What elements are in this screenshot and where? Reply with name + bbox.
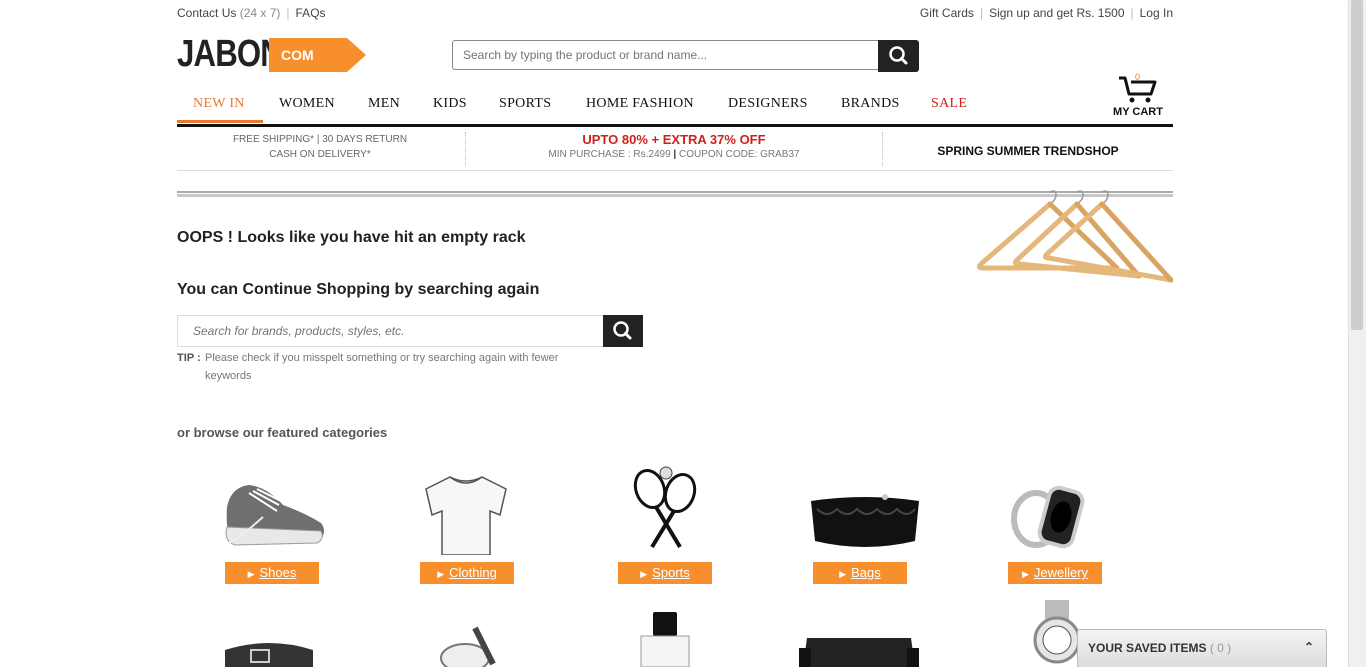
retry-search-input[interactable] — [177, 315, 603, 347]
promo-strip: FREE SHIPPING* | 30 DAYS RETURN CASH ON … — [177, 128, 1173, 171]
cosmetics-icon — [440, 626, 496, 667]
offer-title: UPTO 80% + EXTRA 37% OFF — [582, 132, 766, 147]
saved-items-label: YOUR SAVED ITEMS — [1088, 641, 1207, 655]
nav-women[interactable]: WOMEN — [279, 96, 335, 112]
page-scrollbar[interactable] — [1348, 0, 1366, 667]
header-search-input[interactable] — [452, 40, 878, 70]
expand-up-icon[interactable]: ⌃ — [1304, 640, 1314, 654]
retry-search — [177, 315, 643, 347]
main-nav: NEW IN WOMEN MEN KIDS SPORTS HOME FASHIO… — [177, 72, 1173, 127]
cart-count: 0 — [1135, 72, 1141, 82]
scrollbar-thumb[interactable] — [1351, 0, 1363, 330]
nav-kids[interactable]: KIDS — [433, 96, 467, 112]
nav-designers[interactable]: DESIGNERS — [728, 96, 808, 112]
category-jewellery-button[interactable]: ▶ Jewellery — [1008, 562, 1102, 584]
contact-us-link[interactable]: Contact Us (24 x 7) — [177, 6, 280, 20]
continue-shopping-heading: You can Continue Shopping by searching a… — [177, 281, 540, 298]
cart-label: MY CART — [1113, 106, 1163, 118]
clutch-bag-icon — [811, 494, 919, 547]
nav-home-fashion[interactable]: HOME FASHION — [586, 96, 694, 112]
header-search — [452, 40, 919, 72]
top-bar: Contact Us (24 x 7) | FAQs Gift Cards | Sign… — [177, 6, 1173, 20]
category-shoes-button[interactable]: ▶ Shoes — [225, 562, 319, 584]
nav-sports[interactable]: SPORTS — [499, 96, 551, 112]
contact-hours: (24 x 7) — [239, 6, 281, 20]
search-icon — [613, 321, 632, 340]
belt-icon — [225, 643, 313, 667]
saved-items-panel[interactable]: YOUR SAVED ITEMS ( 0 ) ⌃ — [1077, 629, 1327, 667]
header-search-button[interactable] — [878, 40, 919, 72]
trendshop-link[interactable]: SPRING SUMMER TRENDSHOP — [883, 132, 1173, 166]
category-bags-button[interactable]: ▶ Bags — [813, 562, 907, 584]
category-clothing-button[interactable]: ▶ Clothing — [420, 562, 514, 584]
jabong-logo[interactable]: JABONG COM — [177, 35, 366, 73]
shoe-icon — [225, 485, 324, 546]
tshirt-icon — [425, 476, 507, 555]
nav-brands[interactable]: BRANDS — [841, 96, 900, 112]
login-link[interactable]: Log In — [1140, 6, 1173, 20]
com-badge: COM — [269, 38, 366, 72]
shipping-info: FREE SHIPPING* | 30 DAYS RETURN CASH ON … — [232, 134, 408, 160]
retry-search-button[interactable] — [603, 315, 643, 347]
search-tip: TIP : Please check if you misspelt somet… — [177, 352, 559, 382]
offer-details: MIN PURCHASE : Rs.2499 | COUPON CODE: GR… — [548, 149, 800, 160]
svg-text:COM: COM — [281, 47, 314, 63]
hangers-illustration — [977, 190, 1173, 283]
offer-banner[interactable]: UPTO 80% + EXTRA 37% OFF MIN PURCHASE : … — [465, 132, 883, 166]
search-icon — [889, 46, 908, 65]
saved-items-count: ( 0 ) — [1209, 641, 1232, 655]
tennis-racket-icon — [633, 466, 697, 549]
nav-active-indicator — [177, 120, 263, 123]
gift-cards-link[interactable]: Gift Cards — [920, 6, 974, 20]
signup-link[interactable]: Sign up and get Rs. 1500 — [989, 6, 1124, 20]
ring-icon — [1011, 485, 1085, 549]
browse-categories-heading: or browse our featured categories — [177, 425, 388, 440]
nav-men[interactable]: MEN — [368, 96, 400, 112]
cart-button[interactable]: 0 MY CART — [1113, 72, 1163, 120]
empty-result-heading: OOPS ! Looks like you have hit an empty … — [177, 229, 526, 246]
category-sports-button[interactable]: ▶ Sports — [618, 562, 712, 584]
nav-new-in[interactable]: NEW IN — [193, 96, 245, 112]
faqs-link[interactable]: FAQs — [296, 6, 326, 20]
perfume-icon — [640, 612, 690, 667]
sofa-icon — [799, 638, 919, 667]
nav-sale[interactable]: SALE — [931, 96, 967, 112]
